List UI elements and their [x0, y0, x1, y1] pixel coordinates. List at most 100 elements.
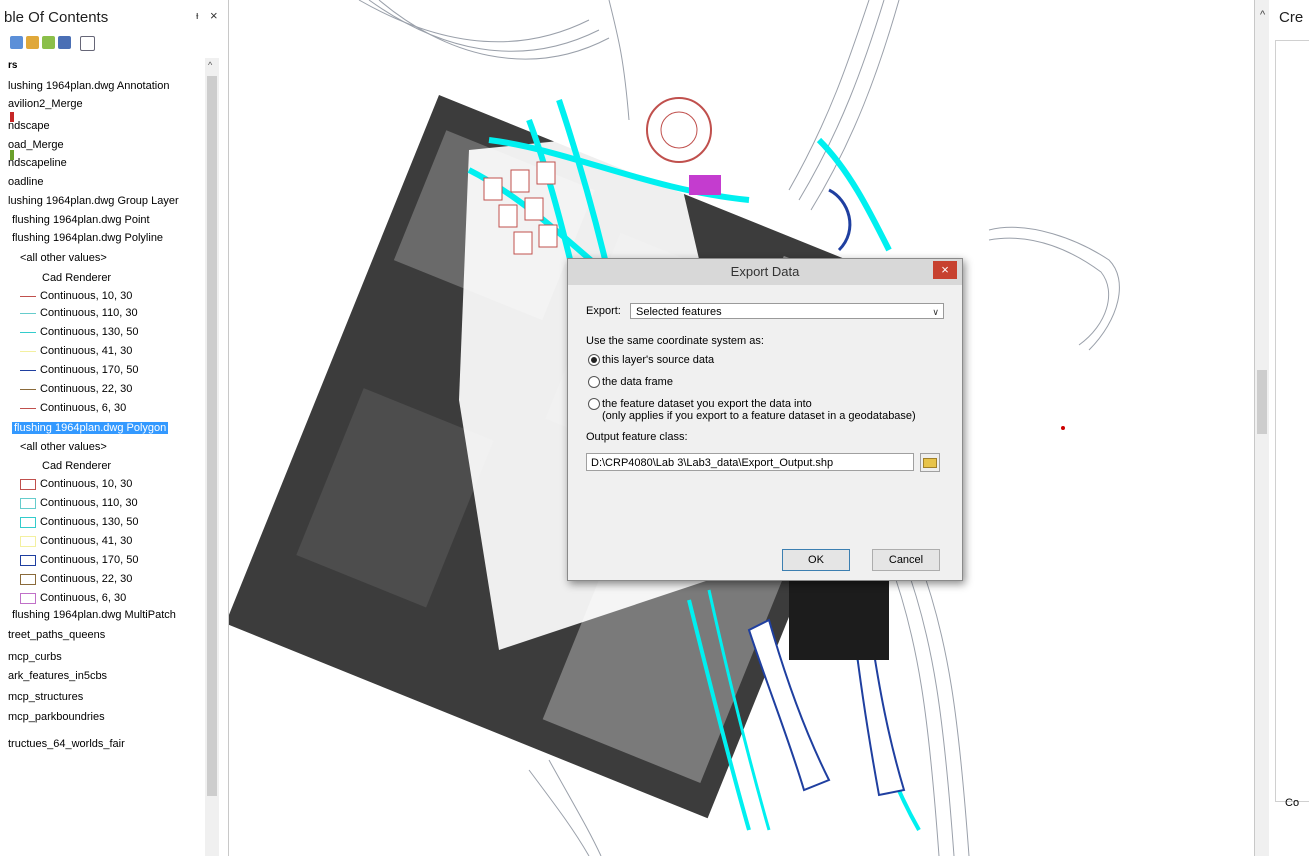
- construction-tools-label[interactable]: Co: [1285, 797, 1299, 809]
- toc-layer-item[interactable]: Cad Renderer: [42, 458, 111, 474]
- dialog-title: Export Data: [730, 264, 800, 279]
- toc-layer-item[interactable]: Continuous, 41, 30: [20, 343, 132, 359]
- layer-symbol-icon: [20, 516, 36, 528]
- toc-layer-item[interactable]: mcp_curbs: [8, 649, 62, 665]
- toc-layer-item[interactable]: Continuous, 6, 30: [20, 590, 126, 606]
- toc-layer-label: Continuous, 110, 30: [40, 307, 138, 319]
- close-icon[interactable]: ×: [210, 8, 218, 23]
- toc-layer-item[interactable]: <all other values>: [20, 439, 107, 455]
- toc-layer-item[interactable]: Continuous, 110, 30: [20, 495, 138, 511]
- magenta-feature: [689, 175, 721, 195]
- folder-icon: [923, 458, 937, 468]
- toc-layer-item[interactable]: flushing 1964plan.dwg Polygon: [12, 420, 169, 436]
- toc-layer-item[interactable]: Continuous, 10, 30: [20, 476, 132, 492]
- coordinate-system-label: Use the same coordinate system as:: [586, 335, 764, 347]
- output-path-input[interactable]: D:\CRP4080\Lab 3\Lab3_data\Export_Output…: [586, 453, 914, 471]
- toc-layer-item[interactable]: avilion2_Merge: [8, 96, 83, 112]
- toc-scrollbar[interactable]: ^: [205, 58, 219, 856]
- toc-layer-item[interactable]: Continuous, 22, 30: [20, 571, 132, 587]
- toc-layer-item[interactable]: mcp_structures: [8, 689, 83, 705]
- scrollbar-thumb[interactable]: [207, 76, 217, 796]
- toc-layer-item[interactable]: Cad Renderer: [42, 270, 111, 286]
- toc-layer-item[interactable]: ndscapeline: [8, 155, 67, 171]
- toc-layer-item[interactable]: flushing 1964plan.dwg MultiPatch: [12, 607, 176, 623]
- list-by-source-icon[interactable]: [26, 36, 39, 49]
- radio-source-data[interactable]: [588, 354, 600, 366]
- toc-layer-item[interactable]: flushing 1964plan.dwg Point: [12, 212, 150, 228]
- dark-water: [789, 580, 889, 660]
- scroll-up-icon[interactable]: ^: [208, 60, 212, 70]
- toc-layer-item[interactable]: Continuous, 22, 30: [20, 381, 132, 397]
- dialog-titlebar[interactable]: Export Data ×: [568, 259, 962, 285]
- caret-up-icon[interactable]: ^: [1260, 9, 1265, 21]
- toc-layer-label: oadline: [8, 176, 44, 188]
- radio-feature-dataset[interactable]: [588, 398, 600, 410]
- toc-layer-item[interactable]: Continuous, 6, 30: [20, 400, 126, 416]
- toc-layer-item[interactable]: Continuous, 130, 50: [20, 324, 138, 340]
- export-select-value: Selected features: [636, 306, 722, 318]
- toc-layer-label: <all other values>: [20, 252, 107, 264]
- toc-layer-item[interactable]: ndscape: [8, 118, 50, 134]
- layer-symbol-icon: [20, 592, 36, 604]
- toc-layer-item[interactable]: tructues_64_worlds_fair: [8, 736, 125, 752]
- radio-data-frame[interactable]: [588, 376, 600, 388]
- layer-symbol-icon: [20, 573, 36, 585]
- map-vertical-scrollbar[interactable]: [1255, 0, 1269, 856]
- toc-layer-item[interactable]: Continuous, 130, 50: [20, 514, 138, 530]
- toc-layer-label: Continuous, 41, 30: [40, 535, 133, 547]
- export-select[interactable]: Selected features ∨: [630, 303, 944, 319]
- toc-layer-item[interactable]: <all other values>: [20, 250, 107, 266]
- layer-symbol-icon: [20, 331, 36, 333]
- toc-layer-item[interactable]: Continuous, 170, 50: [20, 552, 138, 568]
- toc-layer-item[interactable]: ark_features_in5cbs: [8, 668, 107, 684]
- toc-layer-label: <all other values>: [20, 441, 107, 453]
- toc-title: ble Of Contents: [4, 9, 109, 26]
- toc-layer-item[interactable]: Continuous, 170, 50: [20, 362, 138, 378]
- layer-symbol-icon: [20, 497, 36, 509]
- options-icon[interactable]: [80, 36, 95, 51]
- option-source-data-label[interactable]: this layer's source data: [602, 354, 714, 366]
- list-by-drawing-order-icon[interactable]: [10, 36, 23, 49]
- browse-button[interactable]: [920, 453, 940, 472]
- layers-heading: rs: [8, 60, 18, 71]
- panel-content: [1275, 40, 1309, 802]
- toc-layer-item[interactable]: oad_Merge: [8, 137, 64, 153]
- toc-layer-item[interactable]: lushing 1964plan.dwg Group Layer: [8, 193, 179, 209]
- list-by-visibility-icon[interactable]: [42, 36, 55, 49]
- toc-layer-item[interactable]: flushing 1964plan.dwg Polyline: [12, 230, 163, 246]
- toc-layer-item[interactable]: lushing 1964plan.dwg Annotation: [8, 78, 169, 94]
- layer-symbol-icon: [20, 478, 36, 490]
- option-feature-dataset-label[interactable]: the feature dataset you export the data …: [602, 398, 812, 410]
- toc-layer-label: lushing 1964plan.dwg Group Layer: [8, 195, 179, 207]
- toc-layer-item[interactable]: oadline: [8, 174, 43, 190]
- ok-button[interactable]: OK: [782, 549, 850, 571]
- toc-layer-label: Continuous, 170, 50: [40, 364, 139, 376]
- toc-toolbar: [0, 34, 120, 52]
- blue-pond: [828, 188, 852, 252]
- output-feature-class-label: Output feature class:: [586, 431, 688, 443]
- toc-layer-label: Continuous, 10, 30: [40, 478, 133, 490]
- scrollbar-thumb[interactable]: [1257, 370, 1267, 434]
- layer-symbol-icon: [20, 369, 36, 371]
- toc-layer-label: Continuous, 130, 50: [40, 516, 139, 528]
- toc-layer-item[interactable]: mcp_parkboundries: [8, 709, 105, 725]
- list-by-selection-icon[interactable]: [58, 36, 71, 49]
- cancel-button[interactable]: Cancel: [872, 549, 940, 571]
- toc-layer-item[interactable]: treet_paths_queens: [8, 627, 105, 643]
- layer-symbol-icon: [20, 350, 36, 352]
- toc-layer-label: mcp_parkboundries: [8, 711, 105, 723]
- toc-layer-item[interactable]: Continuous, 110, 30: [20, 305, 138, 321]
- option-data-frame-label[interactable]: the data frame: [602, 376, 673, 388]
- toc-layer-label: Continuous, 6, 30: [40, 402, 127, 414]
- toc-layer-label: avilion2_Merge: [8, 98, 83, 110]
- toc-layer-label: oad_Merge: [8, 139, 64, 151]
- toc-layer-label: Continuous, 10, 30: [40, 290, 133, 302]
- toc-layer-item[interactable]: Continuous, 41, 30: [20, 533, 132, 549]
- toc-layer-label: Continuous, 22, 30: [40, 383, 133, 395]
- layer-color-swatch-icon: [10, 150, 14, 160]
- toc-layer-item[interactable]: Continuous, 10, 30: [20, 288, 132, 304]
- export-label: Export:: [586, 305, 621, 317]
- toc-layer-label: Continuous, 110, 30: [40, 497, 138, 509]
- close-button[interactable]: ×: [933, 261, 957, 279]
- pin-icon[interactable]: ᵻ: [196, 10, 198, 22]
